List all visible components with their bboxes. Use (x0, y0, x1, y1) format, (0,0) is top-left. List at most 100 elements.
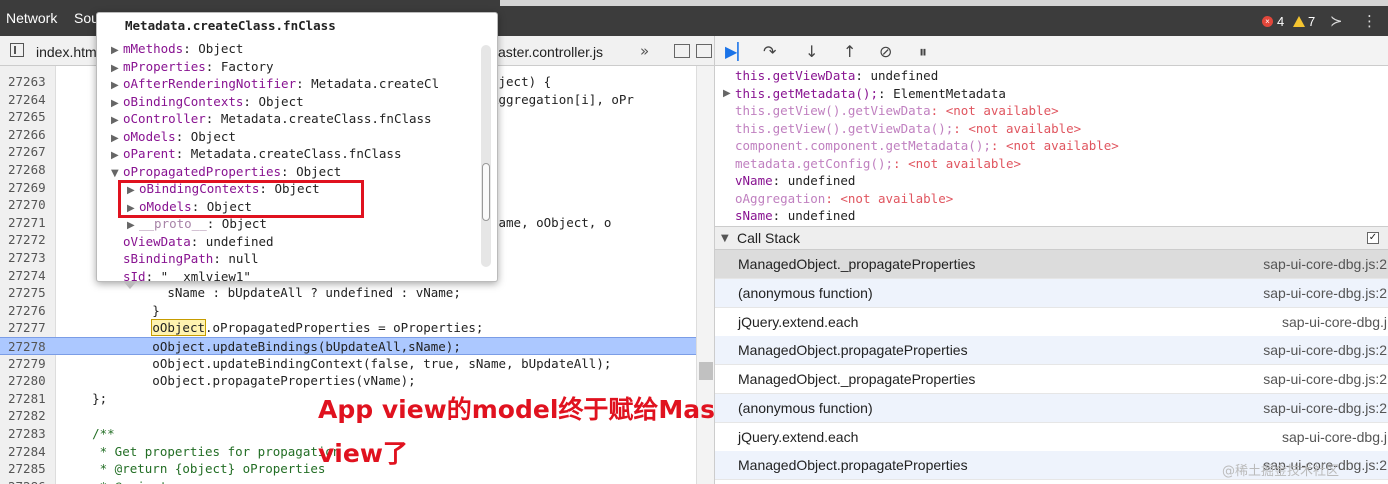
call-stack-frame[interactable]: (anonymous function) sap-ui-core-dbg.js:2 (715, 278, 1388, 308)
navigator-toggle-icon[interactable] (10, 43, 24, 57)
line-number[interactable]: 27276 (8, 302, 52, 320)
line-number[interactable]: 27270 (8, 196, 52, 214)
deactivate-breakpoints-icon[interactable]: ⊘ (879, 42, 892, 61)
popover-scrollbar[interactable] (481, 45, 491, 267)
console-drawer-icon[interactable]: ≻ (1330, 12, 1343, 30)
property-name: oModels (123, 128, 176, 144)
line-number[interactable]: 27282 (8, 407, 52, 425)
call-stack-frame[interactable]: jQuery.extend.each sap-ui-core-dbg.j (715, 308, 1388, 337)
watch-expression-row[interactable]: oAggregation: <not available> (735, 190, 953, 208)
line-number[interactable]: 27265 (8, 108, 52, 126)
watch-expression-row[interactable]: metadata.getConfig();: <not available> (735, 155, 1021, 173)
frame-location-link[interactable]: sap-ui-core-dbg.js:2 (1263, 400, 1387, 416)
line-number[interactable]: 27281 (8, 390, 52, 408)
file-tab-master-controller[interactable]: aster.controller.js (498, 44, 603, 60)
watch-expression: this.getMetadata(); (735, 85, 878, 101)
watch-expression-row[interactable]: this.getView().getViewData();: <not avai… (735, 120, 1081, 138)
call-stack-frame[interactable]: ManagedObject.propagateProperties sap-ui-… (715, 336, 1388, 366)
line-number[interactable]: 27286 (8, 478, 52, 484)
pause-on-exceptions-icon[interactable]: ⏸ (919, 42, 927, 62)
popover-property-row[interactable]: ▶ oBindingContexts: Object (111, 93, 304, 111)
call-stack-frame[interactable]: ManagedObject._propagateProperties sap-ui… (715, 365, 1388, 394)
frame-location-link[interactable]: sap-ui-core-dbg.j (1282, 314, 1387, 330)
error-badge[interactable]: × 4 (1262, 14, 1284, 29)
call-stack-frame[interactable]: jQuery.extend.each sap-ui-core-dbg.j (715, 423, 1388, 452)
call-stack-header[interactable]: ▼ Call Stack ✓ (715, 226, 1388, 250)
frame-location-link[interactable]: sap-ui-core-dbg.js:2 (1263, 256, 1387, 272)
watch-expression-row[interactable]: this.getViewData: undefined (735, 67, 938, 85)
line-number[interactable]: 27269 (8, 179, 52, 197)
code-line[interactable]: 27275 sName : bUpdateAll ? undefined : v… (0, 284, 696, 302)
code-line[interactable]: 27280 oObject.propagateProperties(vName)… (0, 372, 696, 390)
property-name: __proto__ (139, 216, 207, 231)
line-number[interactable]: 27272 (8, 231, 52, 249)
popover-property-row[interactable]: ▶ oController: Metadata.createClass.fnCla… (111, 110, 432, 128)
step-over-icon[interactable]: ↷ (763, 42, 776, 61)
warning-badge[interactable]: 7 (1293, 14, 1315, 29)
more-vert-icon[interactable]: ⋮ (1362, 12, 1377, 30)
watch-expression-row[interactable]: this.getView().getViewData: <not availab… (735, 102, 1059, 120)
line-number[interactable]: 27284 (8, 443, 52, 461)
line-number[interactable]: 27268 (8, 161, 52, 179)
code-line[interactable]: 27277 oObject.oPropagatedProperties = oP… (0, 319, 696, 337)
popover-property-row[interactable]: ▶ oModels: Object (111, 128, 236, 146)
line-number[interactable]: 27277 (8, 319, 52, 337)
line-number[interactable]: 27271 (8, 214, 52, 232)
hovered-token[interactable]: oObject (151, 319, 206, 337)
popover-property-row[interactable]: ▶ oAfterRenderingNotifier: Metadata.creat… (111, 75, 439, 93)
property-value: Metadata.createClass.fnClass (220, 111, 432, 126)
annotation-line-1: App view的model终于赋给Master (318, 395, 757, 424)
line-number[interactable]: 27278 (8, 338, 52, 356)
line-number[interactable]: 27280 (8, 372, 52, 390)
frame-location-link[interactable]: sap-ui-core-dbg.js:2 (1263, 285, 1387, 301)
watch-value: <not available> (945, 103, 1059, 118)
watch-expression-row[interactable]: component.component.getMetadata();: <not… (735, 137, 1119, 155)
line-number[interactable]: 27274 (8, 267, 52, 285)
toggle-sidebar-icon[interactable] (696, 44, 712, 58)
property-value: Object (258, 93, 304, 109)
call-stack-frame[interactable]: ManagedObject._propagateProperties sap-ui… (715, 250, 1388, 279)
file-tab-index[interactable]: index.htm (36, 44, 97, 60)
editor-scrollbar-thumb[interactable] (699, 362, 713, 380)
line-number[interactable]: 27273 (8, 249, 52, 267)
call-stack-frame[interactable]: (anonymous function) sap-ui-core-dbg.js:2 (715, 393, 1388, 423)
popover-property-row[interactable]: ▼ oPropagatedProperties: Object (111, 163, 341, 181)
line-number[interactable]: 27263 (8, 73, 52, 91)
popover-property-row[interactable]: ▶ mProperties: Factory (111, 58, 274, 76)
async-checkbox[interactable]: ✓ (1367, 232, 1379, 244)
popover-property-row[interactable]: ▶ oParent: Metadata.createClass.fnClass (111, 145, 401, 163)
frame-location-link[interactable]: sap-ui-core-dbg.js:2 (1263, 342, 1387, 358)
watch-expression: oAggregation (735, 190, 826, 206)
warning-count: 7 (1308, 14, 1316, 29)
watch-value: <not available> (1005, 138, 1119, 153)
resume-icon[interactable]: ▶▏ (725, 42, 750, 61)
watch-expression-row[interactable]: vName: undefined (735, 172, 855, 190)
popover-scrollbar-thumb[interactable] (482, 163, 490, 221)
code-line[interactable]: 27279 oObject.updateBindingContext(false… (0, 355, 696, 373)
toggle-debugger-icon[interactable] (674, 44, 690, 58)
line-number[interactable]: 27266 (8, 126, 52, 144)
line-number[interactable]: 27283 (8, 425, 52, 443)
step-into-icon[interactable]: ↓ (805, 42, 818, 61)
line-number[interactable]: 27264 (8, 91, 52, 109)
popover-property-row[interactable]: ▶ mMethods: Object (111, 40, 243, 58)
line-text: /** (62, 426, 115, 441)
code-line[interactable]: 27278 oObject.updateBindings(bUpdateAll,… (0, 337, 696, 355)
watch-expression-row[interactable]: this.getMetadata();: ElementMetadata (735, 85, 1006, 103)
tab-network[interactable]: Network (6, 10, 57, 26)
property-value: Object (190, 128, 236, 144)
expand-arrow-icon[interactable]: ▶ (723, 88, 731, 99)
object-preview-popover[interactable]: Metadata.createClass.fnClass ▶ mMethods: … (96, 12, 498, 282)
line-number[interactable]: 27279 (8, 355, 52, 373)
line-number[interactable]: 27275 (8, 284, 52, 302)
line-text: oObject.propagateProperties(vName); (62, 373, 416, 389)
frame-location-link[interactable]: sap-ui-core-dbg.js:2 (1263, 371, 1387, 387)
code-line[interactable]: 27276 } (0, 302, 696, 320)
code-line[interactable]: 27286 * @private (0, 478, 696, 484)
line-number[interactable]: 27285 (8, 460, 52, 478)
more-tabs-button[interactable]: » (640, 42, 649, 60)
line-number[interactable]: 27267 (8, 143, 52, 161)
frame-location-link[interactable]: sap-ui-core-dbg.j (1282, 429, 1387, 445)
step-out-icon[interactable]: ↑ (843, 42, 856, 61)
watch-expression-row[interactable]: sName: undefined (735, 207, 855, 225)
